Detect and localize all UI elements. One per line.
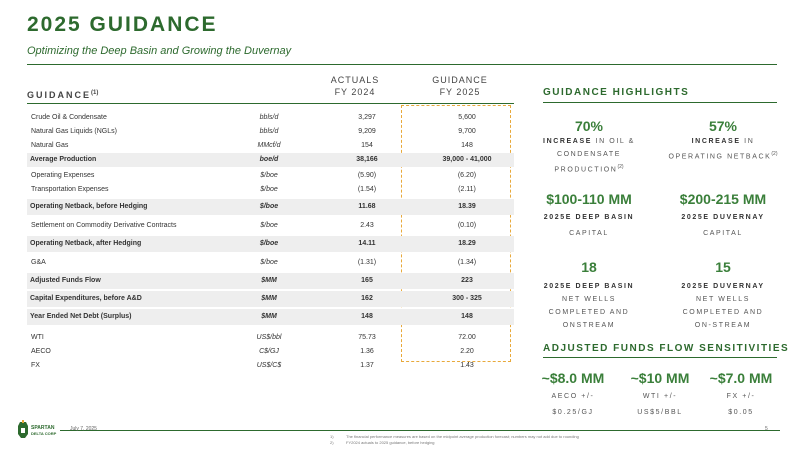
page-title: 2025 GUIDANCE: [27, 13, 218, 36]
page-subtitle: Optimizing the Deep Basin and Growing th…: [27, 45, 292, 57]
spartan-logo: SPARTAN DELTA CORP: [16, 420, 60, 444]
highlight-caption: INCREASE IN OPERATING NETBACK(2): [668, 138, 778, 161]
highlight-value: 18: [581, 259, 597, 275]
page-number: 5: [765, 426, 768, 432]
guidance-highlights-heading: GUIDANCE HIGHLIGHTS: [543, 87, 690, 98]
sensitivities-rule: [543, 357, 777, 358]
table-row: Natural Gas MMcf/d 154 148: [31, 142, 473, 149]
table-row: Operating Expenses $/boe (5.90) (6.20): [31, 172, 477, 179]
highlight-caption: 2025E DEEP BASIN NET WELLS COMPLETED AND ON…: [543, 283, 635, 329]
table-row: Capital Expenditures, before A&D $MM 162 30…: [27, 291, 514, 307]
highlight-value: $200-215 MM: [679, 191, 767, 207]
guidance-column-header: GUIDANCE FY 2025: [432, 75, 488, 97]
highlight-value: 15: [715, 259, 731, 275]
footer-rule: [60, 430, 780, 431]
highlight-caption: INCREASE IN OIL & CONDENSATE PRODUCTION(…: [543, 138, 635, 174]
table-row: Operating Netback, after Hedging $/boe 14.…: [27, 236, 514, 252]
sensitivity-value: ~$10 MM: [630, 370, 690, 386]
table-row: Adjusted Funds Flow $MM 165 223: [27, 273, 514, 289]
title-divider: [27, 64, 777, 65]
table-row: Crude Oil & Condensate bbls/d 3,297 5,600: [31, 114, 476, 121]
table-row: Average Production boe/d 38,166 39,000 - 41…: [27, 153, 514, 167]
highlight-value: 70%: [574, 118, 604, 134]
table-row: FX US$/C$ 1.37 1.43: [31, 362, 474, 369]
table-header-rule: [27, 103, 514, 104]
table-row: Operating Netback, before Hedging $/boe 11…: [27, 199, 514, 215]
sensitivity-value: ~$8.0 MM: [541, 370, 605, 386]
table-row: Natural Gas Liquids (NGLs) bbls/d 9,209 9,7…: [31, 128, 476, 135]
highlight-value: $100-110 MM: [546, 191, 632, 207]
actuals-column-header: ACTUALS FY 2024: [330, 75, 380, 97]
footnote: 1) The financial performance measures are…: [330, 434, 579, 439]
guidance-table: Crude Oil & Condensate bbls/d 3,297 5,600 N…: [27, 111, 514, 373]
highlight-caption: 2025E DEEP BASIN CAPITAL: [543, 214, 635, 237]
table-row: Year Ended Net Debt (Surplus) $MM 148 148: [27, 309, 514, 325]
footnote: 2) FY2024 actuals to 2025 guidance, befor…: [330, 440, 435, 445]
highlight-caption: 2025E DUVERNAY NET WELLS COMPLETED AND ON-S…: [681, 283, 765, 329]
sensitivity-caption: FX +/- $0.05: [726, 393, 756, 416]
sensitivity-value: ~$7.0 MM: [709, 370, 773, 386]
table-row: Transportation Expenses $/boe (1.54) (2.11): [31, 186, 476, 193]
table-row: AECO C$/GJ 1.36 2.20: [31, 348, 474, 355]
table-row: Settlement on Commodity Derivative Contr…: [31, 222, 477, 229]
table-row: G&A $/boe (1.31) (1.34): [31, 259, 477, 266]
highlight-caption: 2025E DUVERNAY CAPITAL: [681, 214, 765, 237]
highlights-rule: [543, 102, 777, 103]
table-row: WTI US$/bbl 75.73 72.00: [31, 334, 476, 341]
sensitivities-heading: ADJUSTED FUNDS FLOW SENSITIVITIES: [543, 343, 790, 354]
footer-date: July 7, 2025: [70, 426, 97, 432]
guidance-table-label: GUIDANCE(1): [27, 90, 99, 100]
highlight-value: 57%: [708, 118, 738, 134]
